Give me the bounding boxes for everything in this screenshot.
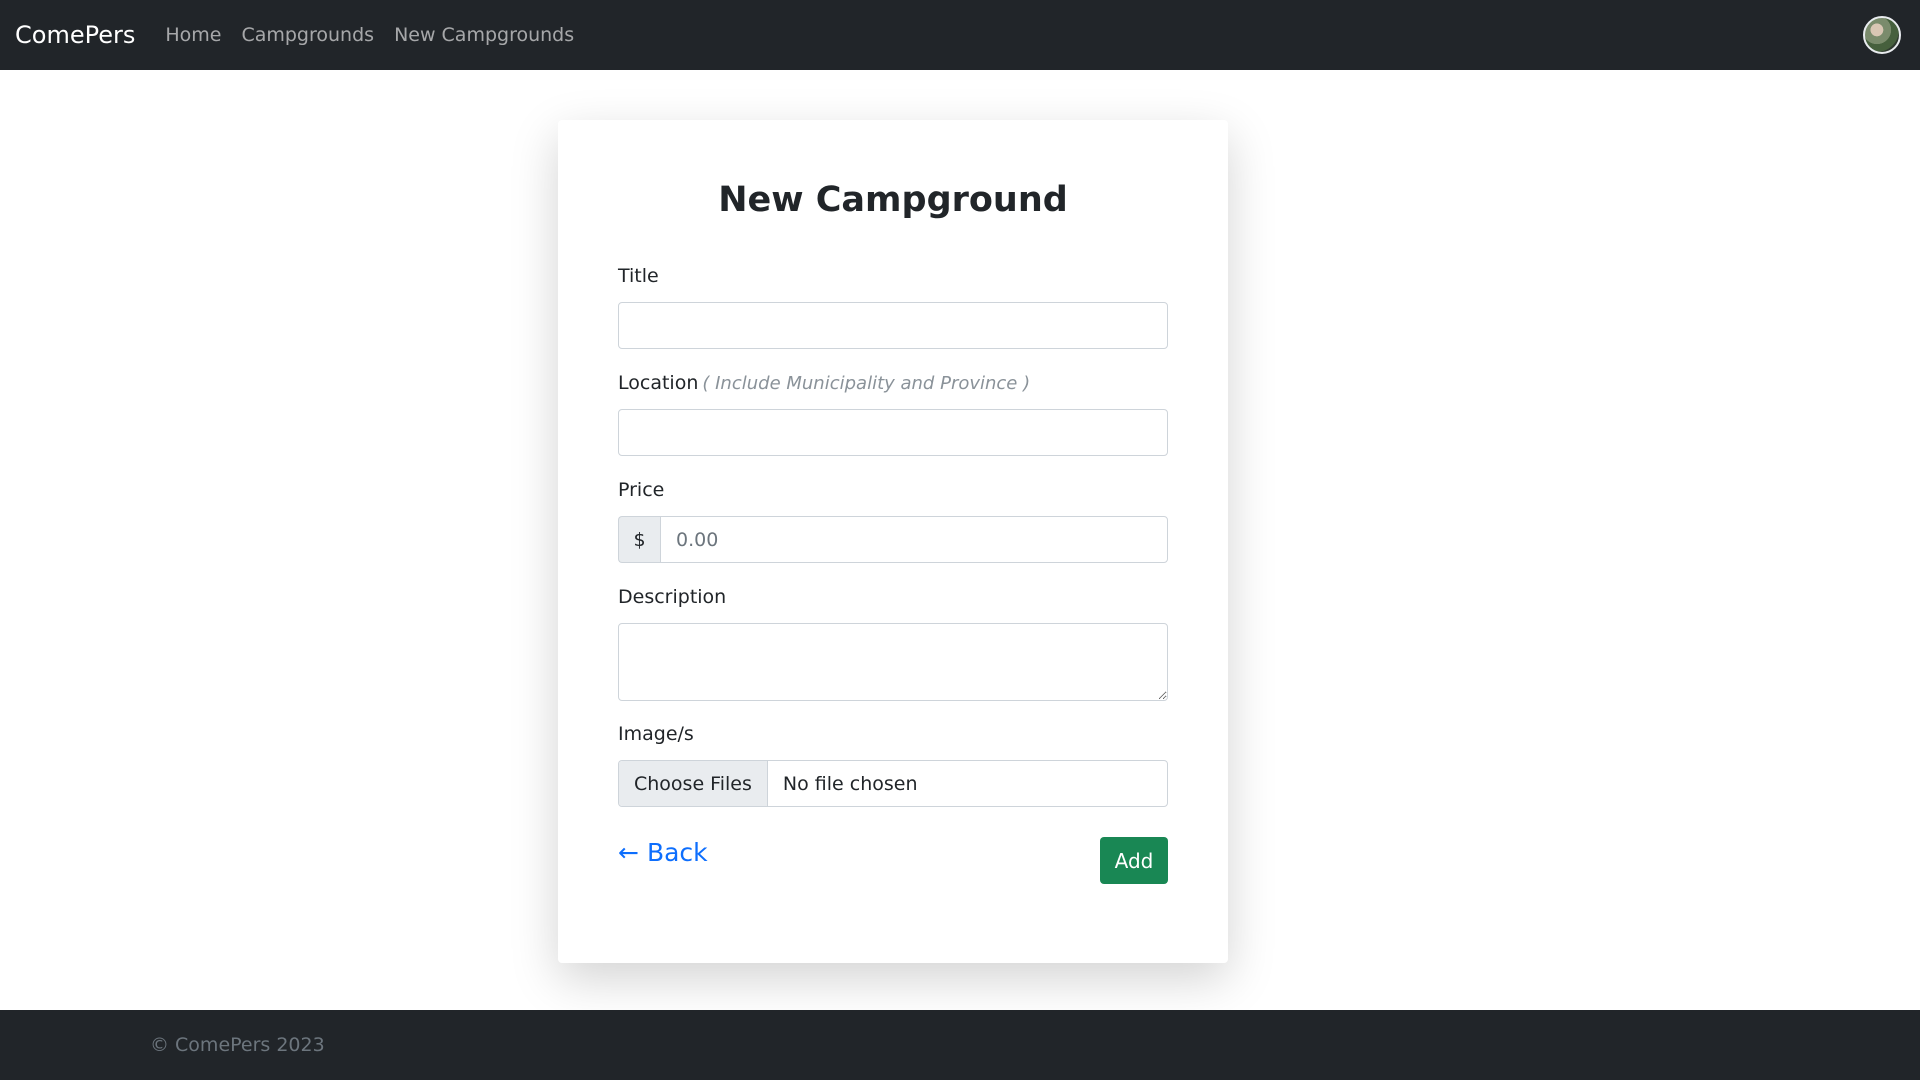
- nav-link-home[interactable]: Home: [165, 24, 221, 46]
- title-input[interactable]: [618, 302, 1168, 349]
- footer: © ComePers 2023: [0, 1010, 1920, 1080]
- file-status: No file chosen: [782, 772, 918, 795]
- image-file-input[interactable]: Choose Files No file chosen: [618, 760, 1168, 807]
- images-label: Image/s: [618, 723, 694, 745]
- title-label: Title: [618, 265, 659, 287]
- back-link[interactable]: ← Back: [618, 838, 708, 867]
- page-title: New Campground: [718, 180, 1068, 220]
- location-label-row: Location( Include Municipality and Provi…: [618, 372, 1030, 394]
- price-label: Price: [618, 479, 665, 501]
- choose-files-button[interactable]: Choose Files: [619, 761, 768, 806]
- price-input[interactable]: [660, 516, 1168, 563]
- description-label: Description: [618, 586, 727, 608]
- location-input[interactable]: [618, 409, 1168, 456]
- arrow-left-icon: ←: [618, 838, 639, 867]
- user-avatar-icon[interactable]: [1863, 16, 1901, 54]
- price-group: $: [618, 516, 1168, 563]
- description-textarea[interactable]: [618, 623, 1168, 701]
- price-prefix: $: [618, 516, 660, 563]
- navbar: ComePers Home Campgrounds New Campground…: [0, 0, 1920, 70]
- nav-link-campgrounds[interactable]: Campgrounds: [241, 24, 374, 46]
- footer-copyright: © ComePers 2023: [150, 1034, 325, 1056]
- new-campground-card: New Campground Title Location( Include M…: [558, 120, 1228, 963]
- add-button[interactable]: Add: [1100, 837, 1168, 884]
- nav-link-new-campgrounds[interactable]: New Campgrounds: [394, 24, 574, 46]
- location-label: Location: [618, 372, 699, 394]
- back-label: Back: [646, 838, 708, 867]
- brand-link[interactable]: ComePers: [15, 21, 135, 49]
- location-hint: ( Include Municipality and Province ): [702, 373, 1031, 394]
